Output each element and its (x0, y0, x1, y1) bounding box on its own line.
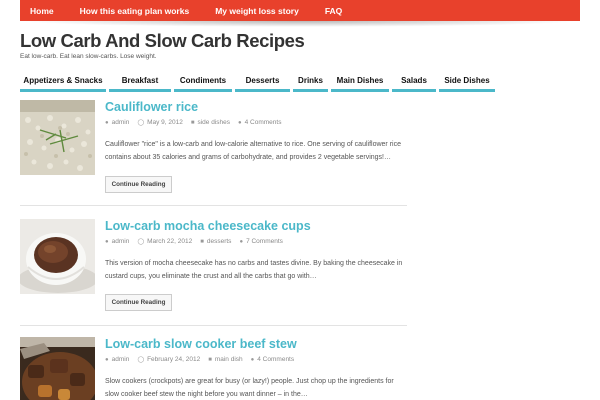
post-author[interactable]: admin (112, 119, 130, 126)
post-meta: ● admin ◯ May 9, 2012 ■ side dishes ● 4 Comm… (105, 119, 407, 126)
continue-reading-button[interactable]: Continue Reading (105, 294, 172, 311)
category-salads[interactable]: Salads (392, 72, 436, 92)
post-excerpt: Slow cookers (crockpots) are great for b… (105, 378, 394, 398)
comment-icon: ● (239, 238, 244, 245)
post-meta: ● admin ◯ March 22, 2012 ■ desserts ● 7 Comm… (105, 238, 407, 245)
folder-icon: ■ (208, 356, 212, 363)
category-appetizers-snacks[interactable]: Appetizers & Snacks (20, 72, 106, 92)
post-body: Low-carb slow cooker beef stew ● admin ◯ F… (105, 337, 407, 400)
post-excerpt: Cauliflower "rice" is a low-carb and low… (105, 141, 401, 161)
top-nav-home[interactable]: Home (30, 6, 54, 16)
top-nav-faq[interactable]: FAQ (325, 6, 342, 16)
category-drinks[interactable]: Drinks (293, 72, 328, 92)
user-icon: ● (105, 356, 109, 363)
post-body: Low-carb mocha cheesecake cups ● admin ◯ M… (105, 219, 407, 311)
post-item: Low-carb slow cooker beef stew ● admin ◯ F… (20, 337, 407, 400)
post-title[interactable]: Cauliflower rice (105, 100, 407, 114)
post-body: Cauliflower rice ● admin ◯ May 9, 2012 ■ si… (105, 100, 407, 193)
comment-icon: ● (238, 119, 242, 126)
post-category[interactable]: main dish (215, 356, 243, 363)
category-side-dishes[interactable]: Side Dishes (439, 72, 495, 92)
top-nav: Home How this eating plan works My weigh… (20, 0, 580, 21)
post-title[interactable]: Low-carb mocha cheesecake cups (105, 219, 407, 233)
comment-icon: ● (250, 356, 255, 363)
folder-icon: ■ (190, 119, 195, 126)
beef-stew-photo[interactable] (20, 337, 95, 400)
user-icon: ● (105, 119, 109, 126)
top-nav-how-it-works[interactable]: How this eating plan works (80, 6, 190, 16)
post-comments-link[interactable]: 4 Comments (257, 356, 294, 363)
site-tagline: Eat low-carb. Eat lean slow-carbs. Lose … (20, 53, 157, 60)
category-main-dishes[interactable]: Main Dishes (331, 72, 389, 92)
category-desserts[interactable]: Desserts (235, 72, 290, 92)
top-nav-shadow (20, 21, 580, 27)
clock-icon: ◯ (137, 120, 145, 126)
post-comments-link[interactable]: 4 Comments (245, 119, 282, 126)
category-condiments[interactable]: Condiments (174, 72, 232, 92)
user-icon: ● (105, 238, 109, 245)
post-date: February 24, 2012 (147, 356, 201, 363)
top-nav-weight-loss-story[interactable]: My weight loss story (215, 6, 299, 16)
category-nav: Appetizers & Snacks Breakfast Condiments… (20, 72, 498, 92)
post-item: Cauliflower rice ● admin ◯ May 9, 2012 ■ si… (20, 100, 407, 206)
post-comments-link[interactable]: 7 Comments (246, 238, 283, 245)
post-date: March 22, 2012 (147, 238, 193, 245)
post-author[interactable]: admin (112, 356, 130, 363)
top-nav-bar: Home How this eating plan works My weigh… (20, 0, 580, 21)
post-author[interactable]: admin (112, 238, 130, 245)
continue-reading-button[interactable]: Continue Reading (105, 176, 172, 193)
post-date: May 9, 2012 (147, 119, 183, 126)
cauliflower-rice-photo[interactable] (20, 100, 95, 175)
post-category[interactable]: side dishes (197, 119, 230, 126)
site-title[interactable]: Low Carb And Slow Carb Recipes (20, 30, 305, 52)
post-category[interactable]: desserts (207, 238, 232, 245)
post-excerpt: This version of mocha cheesecake has no … (105, 260, 403, 280)
category-breakfast[interactable]: Breakfast (109, 72, 171, 92)
clock-icon: ◯ (137, 239, 145, 245)
folder-icon: ■ (200, 238, 204, 245)
post-meta: ● admin ◯ February 24, 2012 ■ main dish ● 4 … (105, 356, 407, 363)
post-item: Low-carb mocha cheesecake cups ● admin ◯ M… (20, 219, 407, 326)
clock-icon: ◯ (137, 357, 145, 363)
post-title[interactable]: Low-carb slow cooker beef stew (105, 337, 407, 351)
cheesecake-cup-photo[interactable] (20, 219, 95, 294)
